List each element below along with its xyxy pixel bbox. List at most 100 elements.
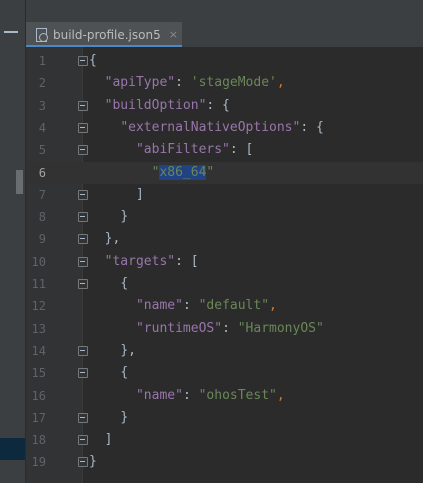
tab-build-profile[interactable]: build-profile.json5 × — [26, 22, 182, 48]
code-token: { — [89, 53, 97, 68]
code-line[interactable]: 7 ] — [26, 184, 423, 206]
code-line[interactable]: 14 }, — [26, 340, 423, 362]
editor-tab-bar: build-profile.json5 × — [26, 22, 423, 48]
fold-icon[interactable] — [78, 56, 88, 66]
fold-icon[interactable] — [78, 256, 88, 267]
code-line[interactable]: 6 "x86_64" — [26, 161, 423, 184]
line-number: 2 — [38, 76, 46, 91]
line-number: 12 — [31, 299, 46, 314]
fold-icon[interactable] — [78, 145, 88, 156]
code-token: "targets" — [104, 253, 176, 269]
code-line[interactable]: 19} — [26, 451, 423, 473]
scroll-marker[interactable] — [16, 170, 23, 194]
code-token: " — [206, 164, 215, 180]
code-line[interactable]: 5 "abiFilters": [ — [26, 139, 423, 161]
selected-tree-row[interactable] — [0, 438, 25, 460]
fold-icon[interactable] — [78, 122, 88, 133]
code-text[interactable]: "apiType": 'stageMode', — [89, 72, 285, 94]
close-icon[interactable]: × — [169, 28, 178, 41]
fold-icon[interactable] — [78, 100, 88, 111]
line-number: 9 — [38, 232, 46, 247]
fold-icon[interactable] — [78, 189, 88, 200]
fold-icon[interactable] — [78, 345, 88, 356]
code-token: : — [222, 320, 238, 336]
code-token: } — [120, 209, 129, 225]
code-text[interactable]: { — [89, 362, 128, 384]
code-text[interactable]: "externalNativeOptions": { — [89, 117, 324, 139]
code-token: }, — [120, 342, 136, 358]
json5-file-icon — [35, 27, 48, 42]
code-text[interactable]: "buildOption": { — [89, 95, 230, 117]
code-text[interactable]: ] — [89, 184, 144, 206]
code-line[interactable]: 12 "name": "default", — [26, 295, 423, 317]
code-line[interactable]: 11 { — [26, 273, 423, 295]
code-text[interactable]: "x86_64" — [89, 162, 214, 184]
collapse-icon[interactable] — [4, 31, 18, 33]
code-token: "externalNativeOptions" — [120, 119, 301, 135]
code-token: : [ — [229, 142, 254, 158]
line-number: 18 — [31, 433, 46, 448]
code-text[interactable]: "abiFilters": [ — [89, 139, 253, 161]
fold-icon[interactable] — [78, 457, 88, 468]
code-line[interactable]: 15 { — [26, 362, 423, 384]
code-token: , — [276, 75, 285, 91]
toolbar-area — [26, 0, 423, 22]
code-line[interactable]: 1{ — [26, 50, 423, 72]
code-text[interactable]: { — [89, 273, 128, 295]
code-line[interactable]: 10 "targets": [ — [26, 251, 423, 273]
fold-icon[interactable] — [78, 234, 88, 245]
code-line[interactable]: 4 "externalNativeOptions": { — [26, 117, 423, 139]
code-token: , — [276, 387, 285, 403]
code-token: 'stageMode' — [190, 75, 277, 91]
code-text[interactable]: } — [89, 206, 128, 228]
fold-icon[interactable] — [78, 412, 88, 423]
line-number: 13 — [31, 321, 46, 336]
code-text[interactable]: ] — [89, 429, 113, 451]
code-token: "buildOption" — [104, 97, 207, 113]
code-token: : — [182, 298, 199, 314]
code-text[interactable]: } — [89, 451, 97, 473]
fold-icon[interactable] — [78, 435, 88, 446]
fold-icon[interactable] — [78, 212, 88, 223]
code-token: "ohosTest" — [198, 387, 277, 403]
line-number: 7 — [38, 187, 46, 202]
code-token: : { — [300, 119, 324, 135]
code-line[interactable]: 16 "name": "ohosTest", — [26, 385, 423, 407]
code-line[interactable]: 8 } — [26, 206, 423, 228]
code-token: : [ — [175, 253, 199, 269]
code-text[interactable]: "targets": [ — [89, 251, 199, 273]
code-text[interactable]: "name": "ohosTest", — [89, 385, 285, 407]
code-text[interactable]: { — [89, 50, 97, 72]
fold-icon[interactable] — [78, 368, 88, 379]
project-panel-strip — [0, 0, 26, 483]
code-line[interactable]: 3 "buildOption": { — [26, 95, 423, 117]
line-number: 5 — [38, 143, 46, 158]
code-editor[interactable]: 1{2 "apiType": 'stageMode', 3 "buildOptio… — [26, 47, 423, 483]
fold-icon[interactable] — [78, 279, 88, 289]
code-line[interactable]: 2 "apiType": 'stageMode', — [26, 72, 423, 94]
code-token: ] — [135, 186, 144, 202]
line-number: 10 — [31, 254, 46, 269]
line-number: 16 — [31, 388, 46, 403]
tab-label: build-profile.json5 — [53, 27, 161, 42]
code-text[interactable]: } — [89, 407, 128, 429]
code-text[interactable]: }, — [89, 228, 121, 250]
code-text[interactable]: "name": "default", — [89, 295, 277, 317]
code-token: "HarmonyOS" — [237, 320, 324, 336]
code-line[interactable]: 9 }, — [26, 228, 423, 250]
code-line[interactable]: 13 "runtimeOS": "HarmonyOS" — [26, 318, 423, 340]
code-text[interactable]: }, — [89, 340, 136, 362]
code-line[interactable]: 17 } — [26, 407, 423, 429]
code-token: "name" — [135, 387, 183, 403]
code-token: : { — [206, 97, 230, 113]
code-line[interactable]: 18 ] — [26, 429, 423, 451]
code-text[interactable]: "runtimeOS": "HarmonyOS" — [89, 318, 324, 340]
line-number: 6 — [38, 165, 46, 180]
line-number: 17 — [31, 410, 46, 425]
